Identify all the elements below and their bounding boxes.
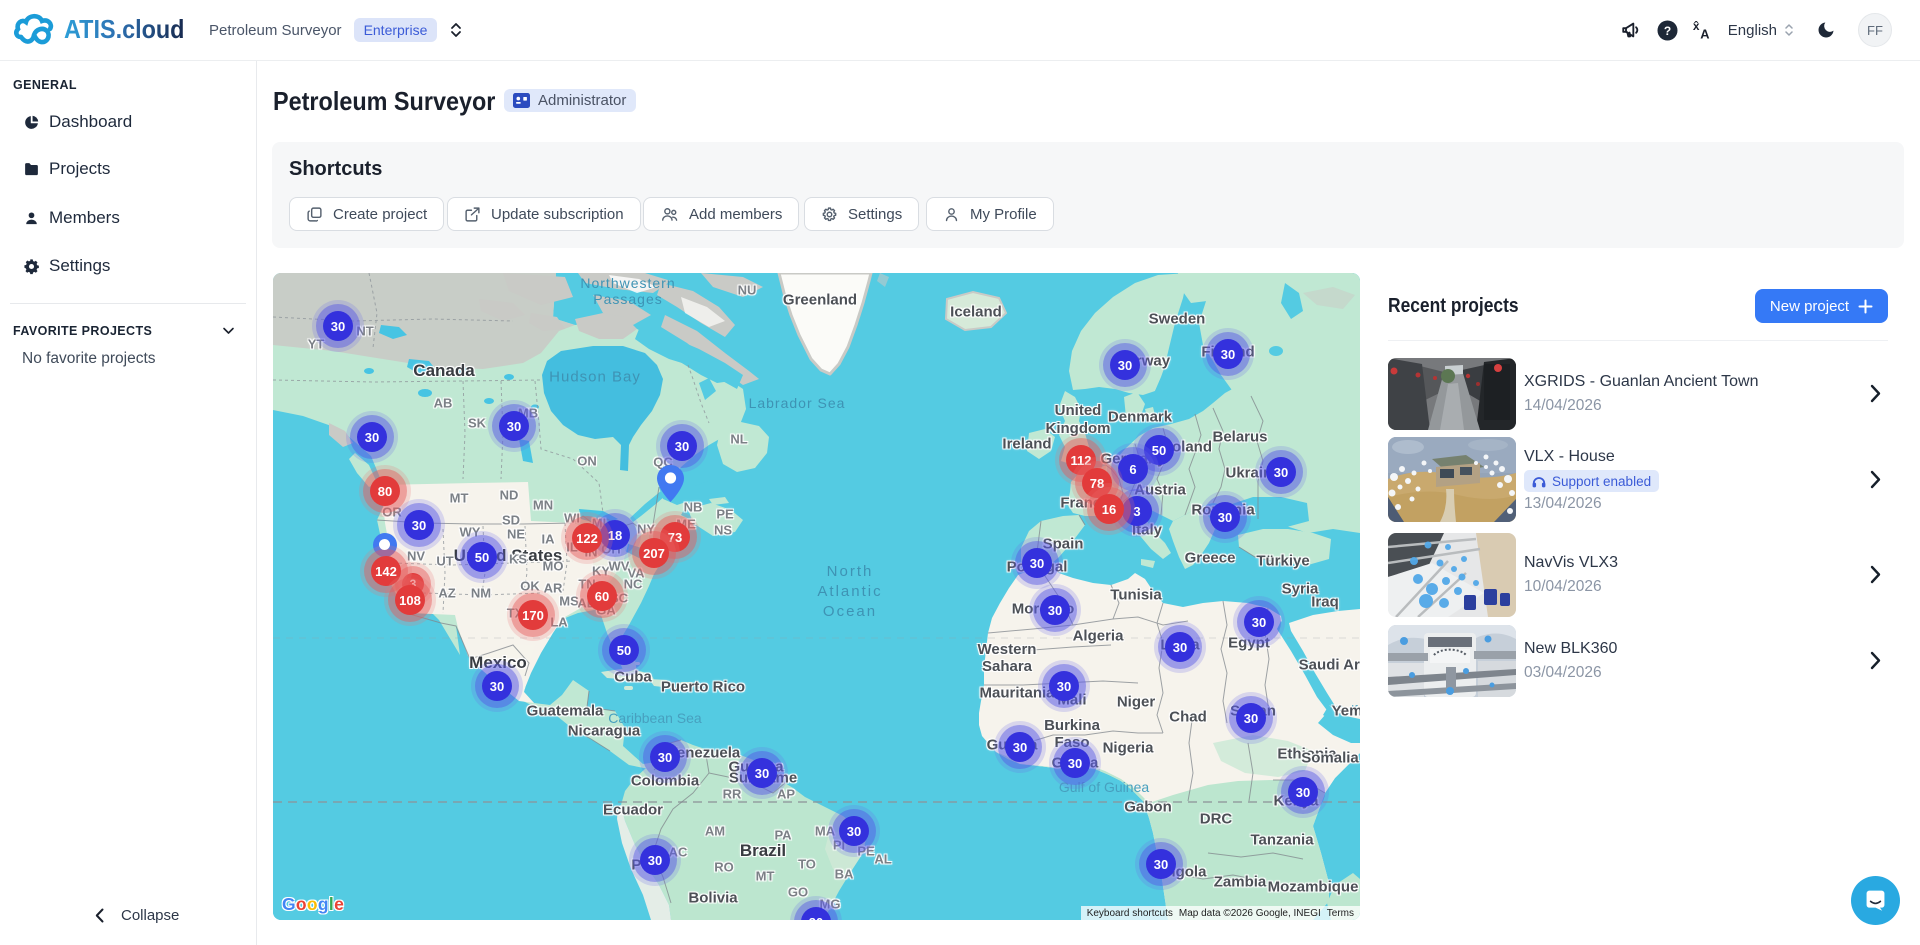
svg-text:x̂: x̂ [1693, 19, 1700, 33]
svg-text:?: ? [1664, 24, 1671, 38]
svg-text:A: A [1700, 26, 1709, 41]
